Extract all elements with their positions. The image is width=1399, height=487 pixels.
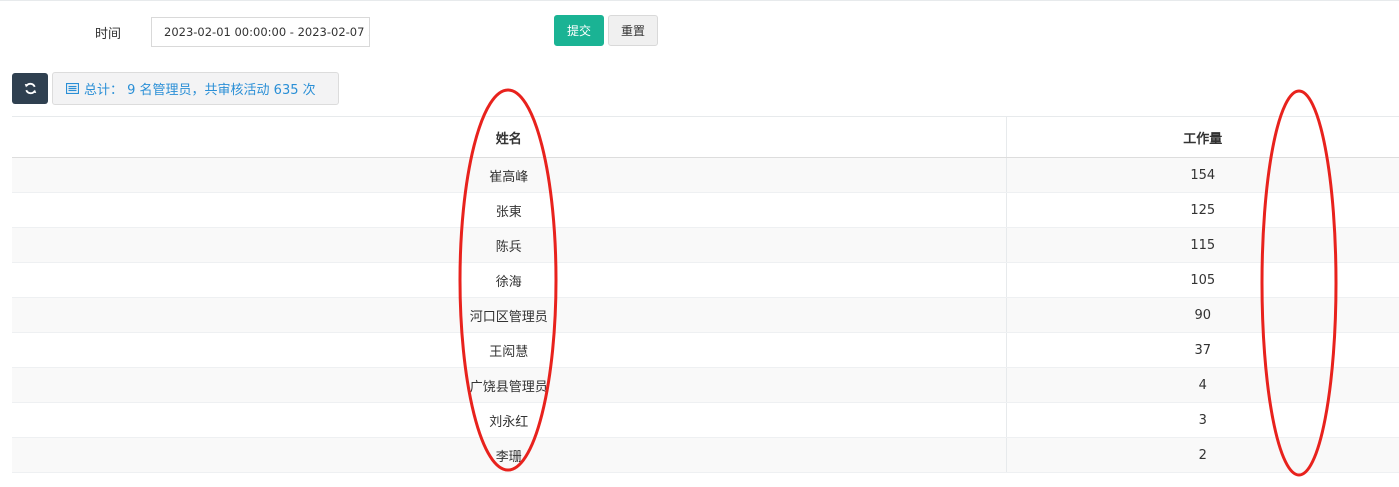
table-row: 王闳慧 37 — [12, 332, 1399, 368]
submit-button[interactable]: 提交 — [554, 15, 604, 46]
workload-cell: 90 — [1005, 297, 1399, 333]
refresh-icon — [24, 82, 36, 95]
name-cell: 刘永红 — [12, 402, 1006, 438]
date-range-input[interactable]: 2023-02-01 00:00:00 - 2023-02-07 23:59:5… — [151, 17, 370, 47]
workload-cell: 105 — [1005, 262, 1399, 298]
table-row: 李珊 2 — [12, 437, 1399, 473]
name-cell: 王闳慧 — [12, 332, 1006, 368]
table-row: 徐海 105 — [12, 262, 1399, 298]
time-label: 时间 — [95, 27, 122, 42]
summary-text: 总计： 9 名管理员，共审核活动 635 次 — [84, 83, 316, 98]
workload-column-header[interactable]: 工作量 — [1005, 116, 1399, 158]
table-row: 张東 125 — [12, 192, 1399, 228]
name-cell: 崔高峰 — [12, 157, 1006, 193]
name-cell: 陈兵 — [12, 227, 1006, 263]
table-row: 广饶县管理员 4 — [12, 367, 1399, 403]
workload-cell: 154 — [1005, 157, 1399, 193]
filter-bar: 时间 2023-02-01 00:00:00 - 2023-02-07 23:5… — [0, 0, 1399, 64]
name-cell: 河口区管理员 — [12, 297, 1006, 333]
workload-cell: 37 — [1005, 332, 1399, 368]
table-row: 刘永红 3 — [12, 402, 1399, 438]
table-row: 陈兵 115 — [12, 227, 1399, 263]
workload-cell: 125 — [1005, 192, 1399, 228]
name-cell: 张東 — [12, 192, 1006, 228]
table-row: 河口区管理员 90 — [12, 297, 1399, 333]
name-column-header[interactable]: 姓名 — [12, 116, 1006, 158]
workload-cell: 2 — [1005, 437, 1399, 473]
list-icon — [66, 83, 79, 94]
table-row: 崔高峰 154 — [12, 157, 1399, 193]
name-cell: 广饶县管理员 — [12, 367, 1006, 403]
reset-button[interactable]: 重置 — [608, 15, 658, 46]
name-cell: 徐海 — [12, 262, 1006, 298]
workload-cell: 3 — [1005, 402, 1399, 438]
name-cell: 李珊 — [12, 437, 1006, 473]
workload-cell: 115 — [1005, 227, 1399, 263]
refresh-button[interactable] — [12, 73, 48, 104]
workload-table: 姓名 工作量 崔高峰 154 张東 125 陈兵 115 徐海 105 河口区管理员 90… — [12, 116, 1399, 473]
table-header-row: 姓名 工作量 — [12, 116, 1399, 158]
workload-cell: 4 — [1005, 367, 1399, 403]
summary-badge: 总计： 9 名管理员，共审核活动 635 次 — [52, 72, 339, 105]
